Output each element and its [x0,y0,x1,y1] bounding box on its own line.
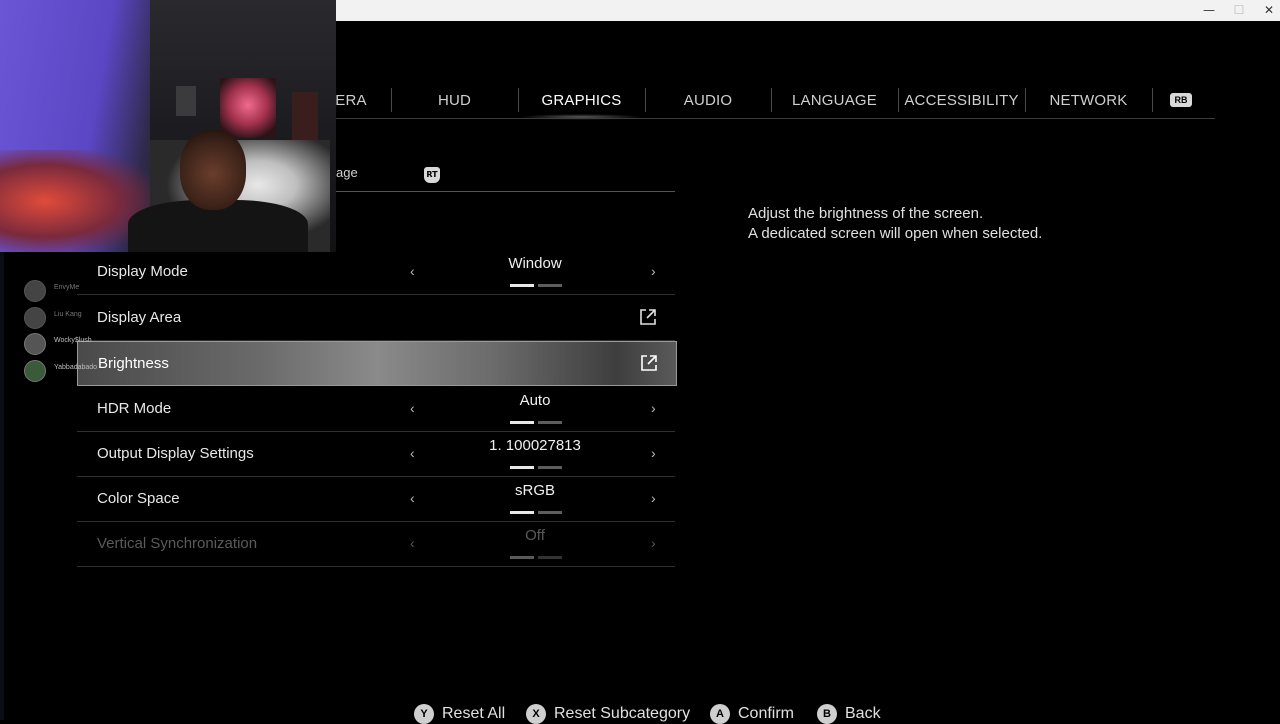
setting-description: Adjust the brightness of the screen. A d… [748,204,1042,244]
arrow-right-icon[interactable]: › [651,476,656,521]
subcategory-divider [336,191,675,192]
setting-label: Color Space [97,490,180,507]
minimize-icon[interactable]: — [1194,0,1224,21]
setting-value: Window [508,255,562,272]
wall-poster [220,78,276,138]
description-line: A dedicated screen will open when select… [748,225,1043,242]
tab-graphics[interactable]: GRAPHICS [519,84,644,118]
party-member: Wocky$lush [22,331,182,358]
avatar [24,306,46,329]
party-member: Yabbadabado [22,358,182,385]
reset-subcategory-button[interactable]: X Reset Subcategory [526,704,690,724]
arrow-right-icon[interactable]: › [651,431,656,476]
avatar [24,359,46,382]
setting-label: HDR Mode [97,400,172,417]
arrow-right-icon[interactable]: › [651,386,656,431]
rt-button-icon[interactable]: RT [424,167,440,183]
value-position-indicator [510,556,562,559]
setting-value: sRGB [514,482,555,499]
avatar [24,333,46,355]
setting-value: 1. 100027813 [489,437,581,454]
subcategory-label[interactable]: age [336,165,358,180]
tab-language[interactable]: LANGUAGE [772,84,897,118]
webcam-overlay [0,0,336,252]
tab-hud[interactable]: HUD [392,84,517,118]
description-line: Adjust the brightness of the screen. [748,205,984,222]
x-button-icon: X [526,704,546,724]
setting-row-color-space[interactable]: Color Space ‹ sRGB › [77,476,675,522]
button-prompts: Y Reset All X Reset Subcategory A Confirm B… [0,704,1280,724]
arrow-left-icon: ‹ [410,535,415,551]
rb-button-icon[interactable]: RB [1170,93,1192,107]
avatar [24,280,46,302]
window-title-bar: — ☐ ✕ [336,0,1280,21]
close-icon[interactable]: ✕ [1254,0,1280,21]
confirm-button[interactable]: A Confirm [710,704,794,724]
setting-row-hdr-mode[interactable]: HDR Mode ‹ Auto › [77,386,675,432]
arrow-left-icon[interactable]: ‹ [410,386,415,431]
party-member: Liu Kang [22,305,182,332]
arrow-left-icon[interactable]: ‹ [410,431,415,476]
party-list: EnvyMe Liu Kang Wocky$lush Yabbadabado [22,278,182,384]
setting-label: Vertical Synchronization [97,535,258,552]
arrow-right-icon: › [651,535,656,551]
y-button-icon: Y [414,704,434,724]
tabs-divider-line [336,118,1215,119]
tab-accessibility[interactable]: ACCESSIBILITY [899,84,1024,118]
value-position-indicator [510,421,562,424]
external-link-icon [640,309,656,325]
setting-row-output-display[interactable]: Output Display Settings ‹ 1. 100027813 › [77,431,675,477]
reset-all-button[interactable]: Y Reset All [414,704,505,724]
setting-row-vsync: Vertical Synchronization ‹ Off › [77,521,675,567]
party-member: EnvyMe [22,278,182,305]
back-button[interactable]: B Back [817,704,881,724]
setting-value: Auto [519,392,551,409]
setting-label: Output Display Settings [97,445,254,462]
b-button-icon: B [817,704,837,724]
arrow-left-icon[interactable]: ‹ [410,249,415,294]
arrow-left-icon[interactable]: ‹ [410,476,415,521]
streamer [180,130,246,210]
arrow-right-icon[interactable]: › [651,249,656,294]
value-position-indicator [510,511,562,514]
value-position-indicator [510,466,562,469]
tab-network[interactable]: NETWORK [1026,84,1151,118]
value-position-indicator [510,284,562,287]
active-tab-indicator [520,114,642,120]
maximize-icon[interactable]: ☐ [1224,0,1254,21]
a-button-icon: A [710,704,730,724]
external-link-icon [641,355,657,371]
setting-value: Off [525,527,545,544]
tab-audio[interactable]: AUDIO [646,84,770,118]
tab-divider [1152,88,1153,112]
